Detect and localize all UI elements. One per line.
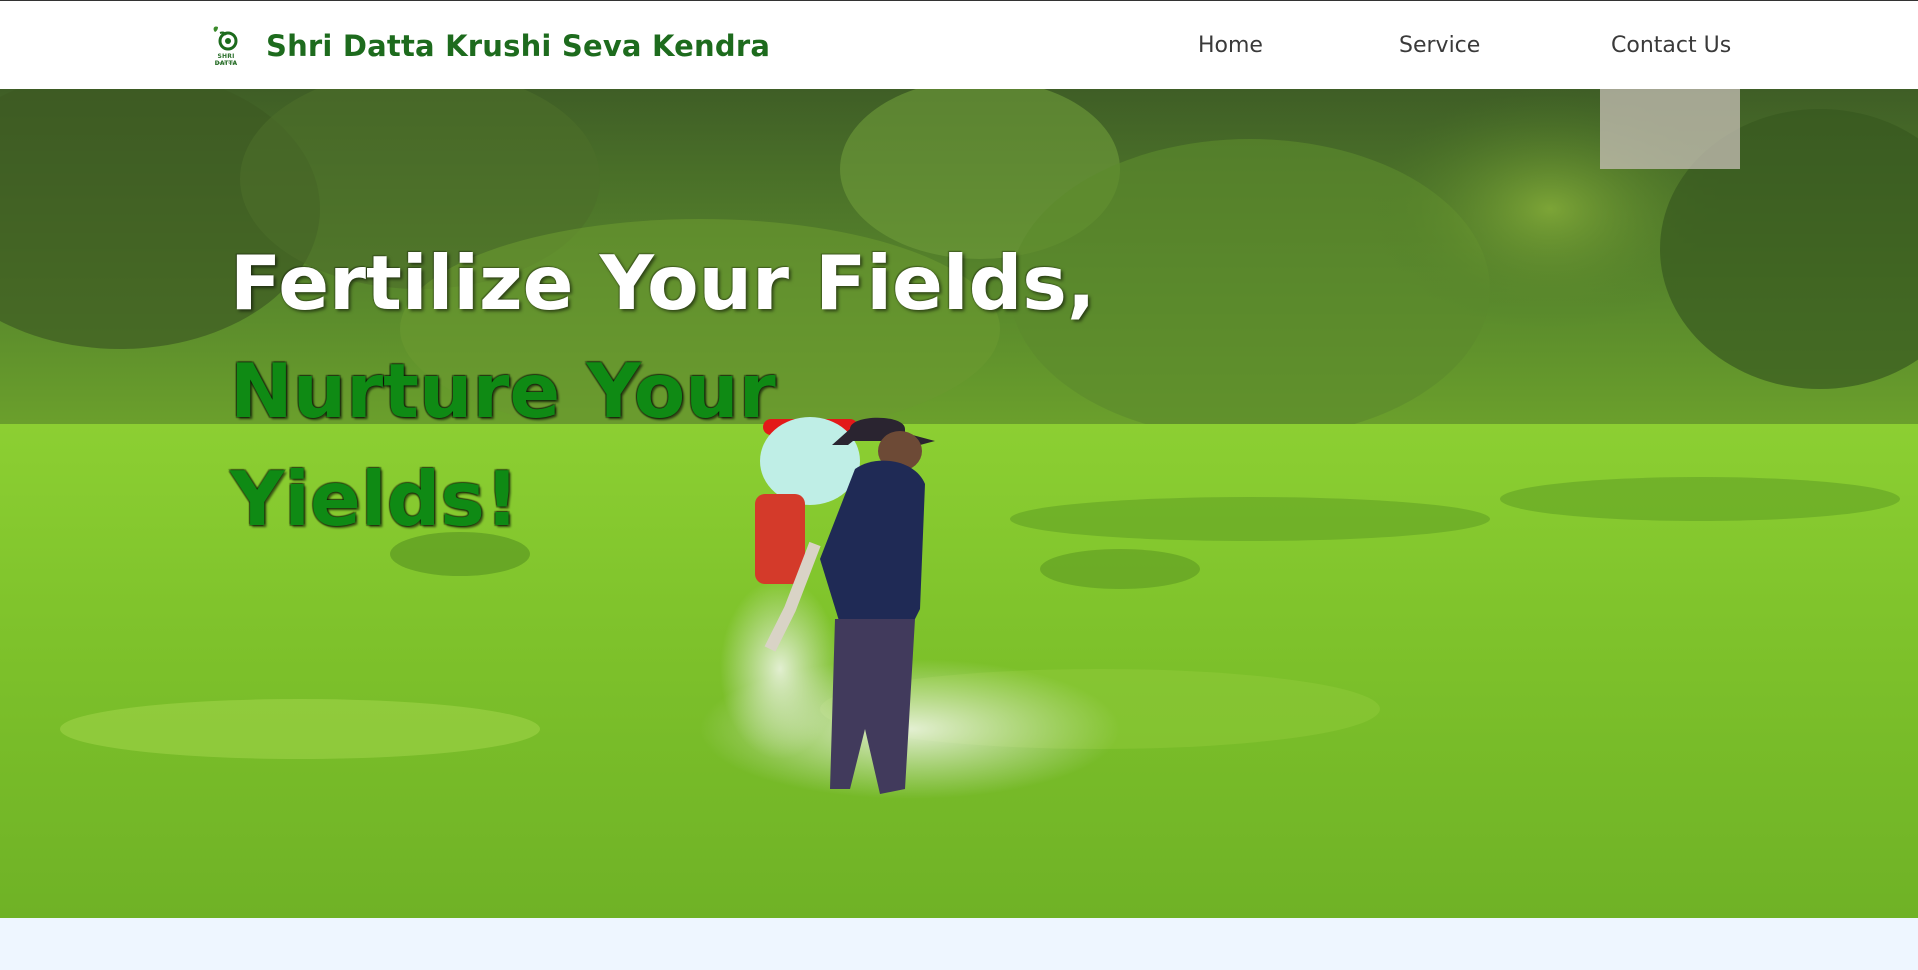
hero-banner: Fertilize Your Fields, Nurture Your Yiel… [0,89,1918,918]
nav-contact-link[interactable]: Contact Us [1611,33,1731,58]
next-section-strip [0,918,1918,970]
headline-line-1: Fertilize Your Fields, [230,239,1096,327]
top-navbar: SHRI DATTA KRUSHI SEVA Shri Datta Krushi… [0,0,1918,89]
nav-links: Home Service Contact Us [0,33,1918,63]
hero-headline: Fertilize Your Fields, Nurture Your Yiel… [230,229,1095,553]
headline-line-2: Nurture Your [230,347,776,435]
nav-service-link[interactable]: Service [1399,33,1480,58]
headline-line-3: Yields! [230,455,520,543]
nav-home-link[interactable]: Home [1198,33,1263,58]
